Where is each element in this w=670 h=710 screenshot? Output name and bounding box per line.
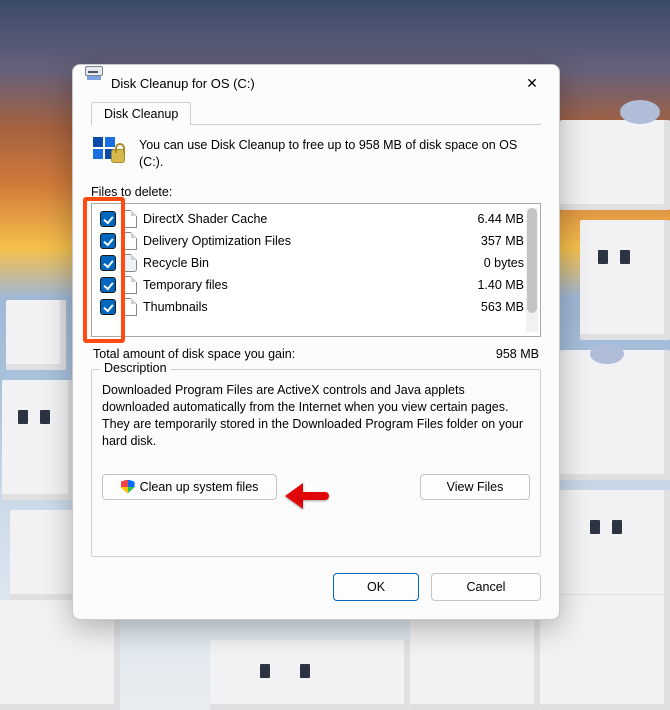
view-files-label: View Files [447, 480, 504, 494]
list-item[interactable]: Temporary files 1.40 MB [96, 274, 526, 296]
item-size: 1.40 MB [454, 278, 524, 292]
item-size: 563 MB [454, 300, 524, 314]
item-size: 357 MB [454, 234, 524, 248]
cancel-label: Cancel [467, 580, 506, 594]
description-group: Description Downloaded Program Files are… [91, 369, 541, 557]
item-name: Temporary files [143, 278, 448, 292]
list-item[interactable]: Thumbnails 563 MB [96, 296, 526, 318]
tab-disk-cleanup[interactable]: Disk Cleanup [91, 102, 191, 125]
disk-cleanup-dialog: Disk Cleanup for OS (C:) ✕ Disk Cleanup … [72, 64, 560, 620]
cleanup-system-files-button[interactable]: Clean up system files [102, 474, 277, 500]
ok-button[interactable]: OK [333, 573, 419, 601]
uac-shield-icon [121, 480, 135, 494]
scrollbar-thumb[interactable] [527, 208, 537, 313]
file-icon [122, 298, 137, 316]
item-size: 6.44 MB [454, 212, 524, 226]
description-legend: Description [100, 361, 171, 375]
cleanup-system-files-label: Clean up system files [140, 480, 259, 494]
disk-cleanup-icon [85, 74, 103, 92]
windows-security-icon [93, 137, 127, 171]
checkbox[interactable] [100, 277, 116, 293]
tab-strip: Disk Cleanup [91, 101, 541, 125]
intro-section: You can use Disk Cleanup to free up to 9… [91, 125, 541, 179]
checkbox[interactable] [100, 255, 116, 271]
item-name: DirectX Shader Cache [143, 212, 448, 226]
file-icon [122, 210, 137, 228]
total-label: Total amount of disk space you gain: [93, 347, 496, 361]
intro-text: You can use Disk Cleanup to free up to 9… [139, 137, 539, 171]
file-icon [122, 232, 137, 250]
scrollbar[interactable] [526, 208, 538, 332]
recycle-bin-icon [122, 254, 137, 272]
view-files-button[interactable]: View Files [420, 474, 530, 500]
close-icon: ✕ [526, 76, 538, 90]
checkbox[interactable] [100, 299, 116, 315]
list-item[interactable]: Delivery Optimization Files 357 MB [96, 230, 526, 252]
title-bar: Disk Cleanup for OS (C:) ✕ [73, 65, 559, 99]
close-button[interactable]: ✕ [515, 69, 549, 97]
files-listbox[interactable]: DirectX Shader Cache 6.44 MB Delivery Op… [91, 203, 541, 337]
item-size: 0 bytes [454, 256, 524, 270]
item-name: Delivery Optimization Files [143, 234, 448, 248]
checkbox[interactable] [100, 233, 116, 249]
window-title: Disk Cleanup for OS (C:) [111, 76, 515, 91]
description-text: Downloaded Program Files are ActiveX con… [102, 382, 530, 450]
files-to-delete-label: Files to delete: [91, 185, 541, 199]
checkbox[interactable] [100, 211, 116, 227]
cancel-button[interactable]: Cancel [431, 573, 541, 601]
item-name: Recycle Bin [143, 256, 448, 270]
file-icon [122, 276, 137, 294]
total-row: Total amount of disk space you gain: 958… [93, 347, 539, 361]
total-value: 958 MB [496, 347, 539, 361]
item-name: Thumbnails [143, 300, 448, 314]
list-item[interactable]: DirectX Shader Cache 6.44 MB [96, 208, 526, 230]
list-item[interactable]: Recycle Bin 0 bytes [96, 252, 526, 274]
dialog-buttons: OK Cancel [73, 557, 559, 619]
ok-label: OK [367, 580, 385, 594]
